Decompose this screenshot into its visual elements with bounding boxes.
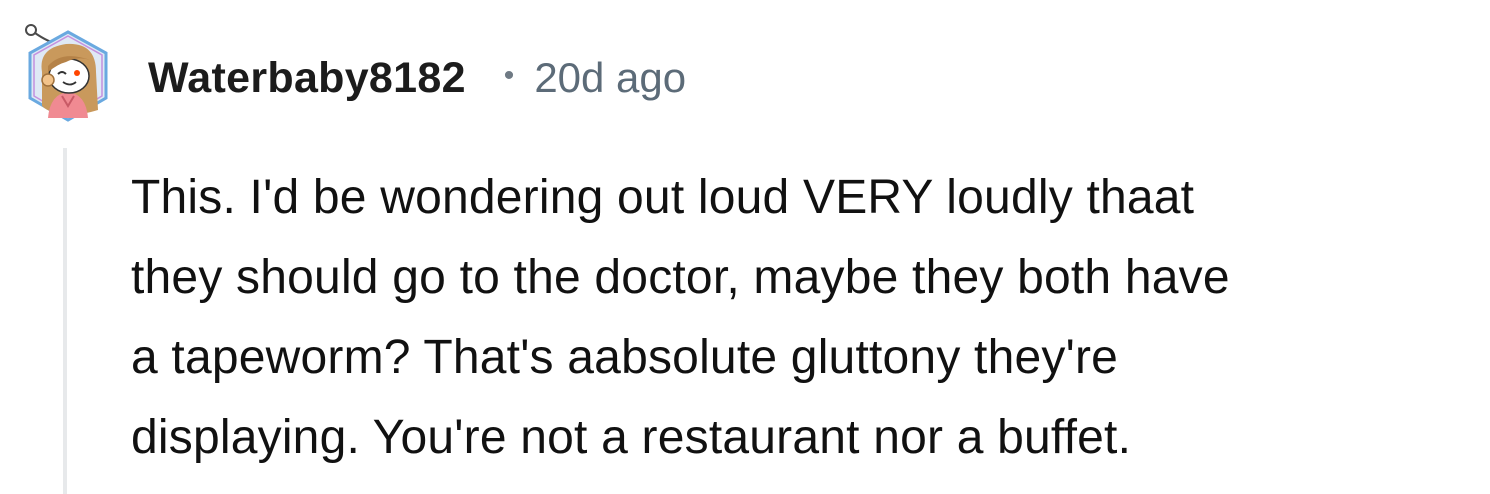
username-link[interactable]: Waterbaby8182 bbox=[148, 54, 466, 103]
comment-body: This. I'd be wondering out loud VERY lou… bbox=[131, 158, 1476, 478]
comment-meta: Waterbaby8182 • 20d ago bbox=[148, 52, 686, 104]
comment-body-line: a tapeworm? That's aabsolute gluttony th… bbox=[131, 331, 1119, 384]
comment-body-line: displaying. You're not a restaurant nor … bbox=[131, 411, 1132, 464]
user-avatar-icon[interactable] bbox=[18, 20, 118, 124]
meta-separator: • bbox=[503, 59, 515, 92]
thread-collapse-line[interactable] bbox=[63, 148, 67, 494]
comment-body-line: they should go to the doctor, maybe they… bbox=[131, 251, 1230, 304]
comment-timestamp[interactable]: 20d ago bbox=[534, 54, 686, 102]
comment: Waterbaby8182 • 20d ago This. I'd be won… bbox=[0, 0, 1490, 494]
snoo-avatar-icon bbox=[25, 24, 108, 122]
comment-body-line: This. I'd be wondering out loud VERY lou… bbox=[131, 171, 1195, 224]
